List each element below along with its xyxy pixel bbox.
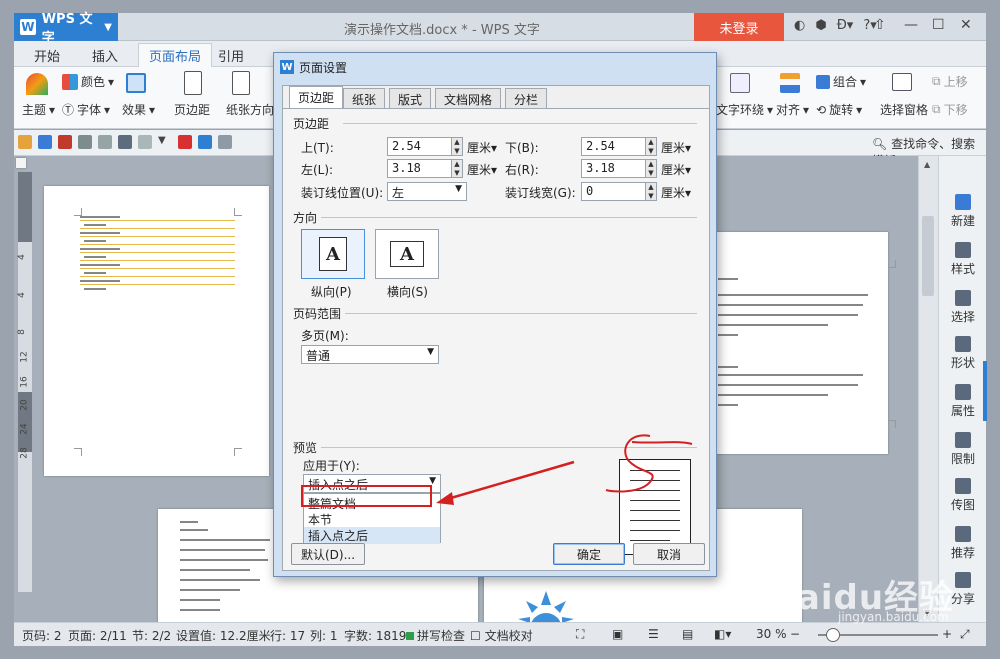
annotation-scribble	[605, 434, 693, 493]
annotation-overlay	[436, 434, 693, 505]
baidu-watermark-url: jingyan.baidu.com	[838, 610, 949, 624]
annotation-arrow	[436, 460, 575, 505]
